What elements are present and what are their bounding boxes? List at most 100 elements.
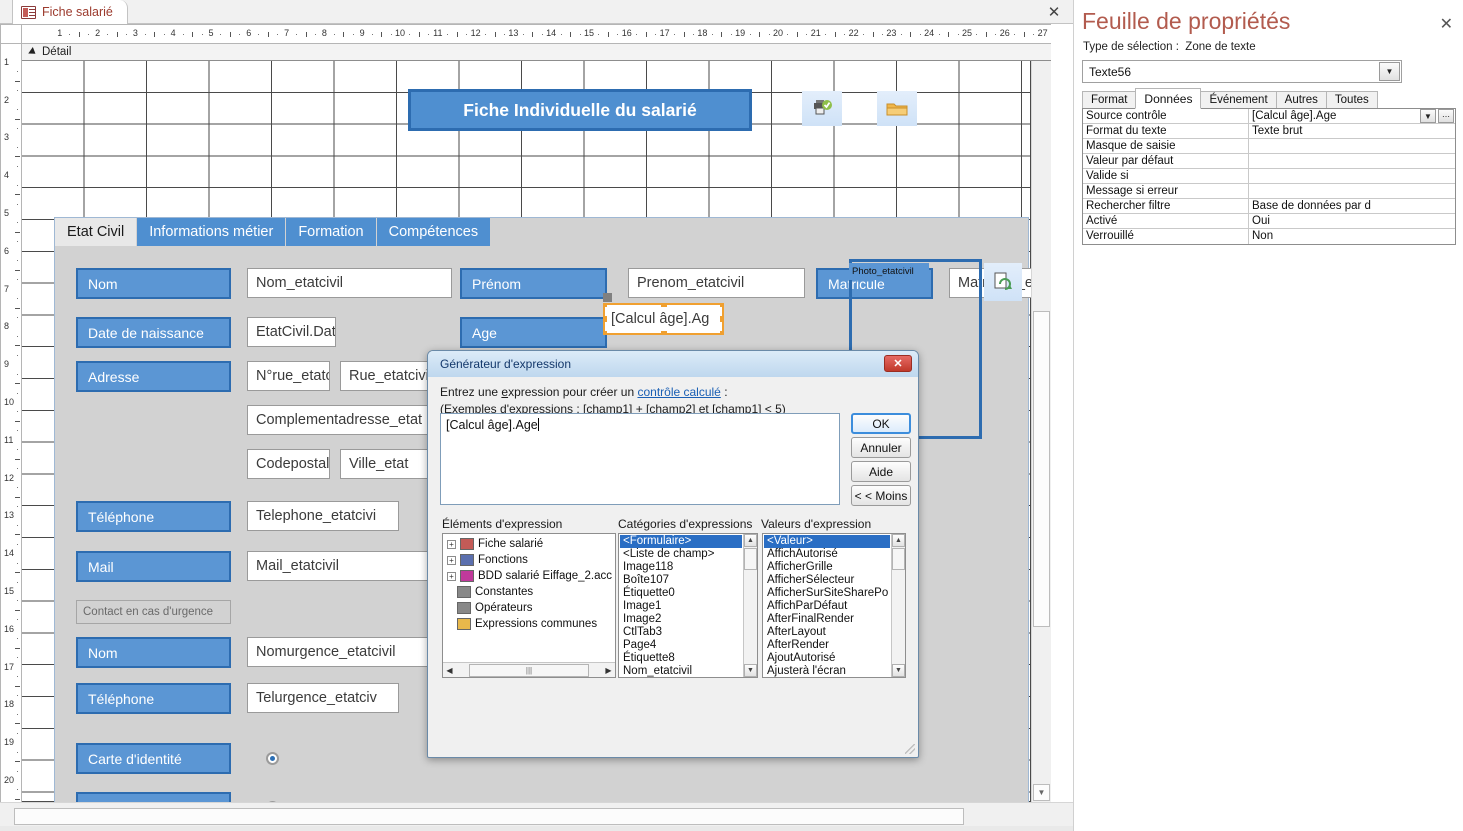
label-permis-b[interactable]: Permis B: [76, 792, 231, 802]
label-prenom[interactable]: Prénom: [460, 268, 607, 299]
scroll-down-icon[interactable]: ▼: [1033, 784, 1050, 801]
expression-category-item[interactable]: Boîte107: [620, 574, 742, 587]
scrollbar-thumb[interactable]: [892, 548, 905, 570]
expression-category-item[interactable]: <Formulaire>: [620, 535, 742, 548]
tab-competences[interactable]: Compétences: [376, 218, 492, 246]
scroll-up-icon[interactable]: ▲: [744, 534, 757, 547]
property-row[interactable]: Valide si: [1083, 169, 1455, 184]
expression-value-item[interactable]: AfterRender: [764, 639, 890, 652]
expression-value-item[interactable]: AfficherSurSiteSharePo: [764, 587, 890, 600]
scrollbar-thumb[interactable]: |||: [469, 663, 589, 677]
field-nrue[interactable]: N°rue_etatcivi: [247, 361, 330, 391]
expand-icon[interactable]: +: [447, 555, 456, 565]
expand-icon[interactable]: +: [447, 571, 456, 581]
expand-icon[interactable]: +: [447, 539, 456, 549]
expression-category-item[interactable]: Nom_etatcivil: [620, 665, 742, 677]
property-value[interactable]: Non: [1249, 229, 1455, 244]
expression-categories-list[interactable]: <Formulaire> <Liste de champ> Image118 Boît…: [618, 533, 758, 678]
property-tab-donnes[interactable]: Données: [1135, 88, 1202, 109]
expression-value-item[interactable]: AfterLayout: [764, 626, 890, 639]
help-button[interactable]: Aide: [851, 461, 911, 482]
scroll-right-icon[interactable]: ▶: [602, 664, 615, 677]
property-value[interactable]: [Calcul âge].Age ▼ ⋯: [1249, 109, 1455, 123]
expression-value-item[interactable]: AfficherSélecteur: [764, 574, 890, 587]
scroll-up-icon[interactable]: ▲: [892, 534, 905, 547]
property-value[interactable]: [1249, 139, 1455, 153]
label-adresse[interactable]: Adresse: [76, 361, 231, 392]
property-value[interactable]: [1249, 184, 1455, 198]
property-tab-vnement[interactable]: Événement: [1200, 91, 1277, 109]
property-sheet-pane[interactable]: Feuille de propriétés ✕ Type de sélectio…: [1073, 0, 1463, 831]
label-telephone[interactable]: Téléphone: [76, 501, 231, 532]
property-tab-toutes[interactable]: Toutes: [1325, 91, 1378, 109]
ok-button[interactable]: OK: [851, 413, 911, 434]
field-telephone[interactable]: Telephone_etatcivi: [247, 501, 399, 531]
label-age[interactable]: Age: [460, 317, 607, 348]
dialog-titlebar[interactable]: Générateur d'expression ✕: [428, 351, 918, 377]
expression-value-item[interactable]: AffichParDéfaut: [764, 600, 890, 613]
expression-category-item[interactable]: <Liste de champ>: [620, 548, 742, 561]
property-row[interactable]: Masque de saisie: [1083, 139, 1455, 154]
expression-category-item[interactable]: Image1: [620, 600, 742, 613]
field-telephone-urgence[interactable]: Telurgence_etatciv: [247, 683, 399, 713]
control-selector-combobox[interactable]: Texte56 ▼: [1082, 60, 1402, 83]
property-builder-icon[interactable]: ⋯: [1438, 109, 1454, 123]
close-document-icon[interactable]: ✕: [1045, 3, 1063, 21]
form-title-banner[interactable]: Fiche Individuelle du salarié: [408, 89, 752, 131]
scrollbar-thumb[interactable]: [1033, 311, 1050, 627]
open-folder-button[interactable]: [877, 91, 917, 126]
expression-element-item[interactable]: Constantes: [457, 586, 533, 598]
property-dropdown-icon[interactable]: ▼: [1420, 109, 1436, 123]
expression-element-item[interactable]: + Fiche salarié: [447, 538, 543, 550]
property-value[interactable]: Base de données par d: [1249, 199, 1455, 213]
property-grid[interactable]: Source contrôle [Calcul âge].Age ▼ ⋯ Format …: [1082, 108, 1456, 245]
scrollbar-thumb[interactable]: [744, 548, 757, 570]
property-row[interactable]: Source contrôle [Calcul âge].Age ▼ ⋯: [1083, 109, 1455, 124]
less-button[interactable]: < < Moins: [851, 485, 911, 506]
categories-scrollbar[interactable]: ▲ ▼: [743, 534, 757, 677]
scroll-down-icon[interactable]: ▼: [744, 664, 757, 677]
cancel-button[interactable]: Annuler: [851, 437, 911, 458]
property-row[interactable]: Verrouillé Non: [1083, 229, 1455, 244]
property-tab-autres[interactable]: Autres: [1275, 91, 1327, 109]
label-nom-urgence[interactable]: Nom: [76, 637, 231, 668]
expression-category-item[interactable]: Page4: [620, 639, 742, 652]
label-carte-identite[interactable]: Carte d'identité: [76, 743, 231, 774]
property-tab-format[interactable]: Format: [1082, 91, 1137, 109]
expression-builder-dialog[interactable]: Générateur d'expression ✕ Entrez une exp…: [427, 350, 919, 758]
expression-value-item[interactable]: Ajusterà l'écran: [764, 665, 890, 677]
label-date-naissance[interactable]: Date de naissance: [76, 317, 231, 348]
radio-carte-identite[interactable]: [266, 752, 279, 765]
tab-etat-civil[interactable]: Etat Civil: [55, 218, 138, 246]
field-codepostal[interactable]: Codepostal_et: [247, 449, 330, 479]
property-row[interactable]: Message si erreur: [1083, 184, 1455, 199]
property-value[interactable]: [1249, 169, 1455, 183]
label-telephone-urgence[interactable]: Téléphone: [76, 683, 231, 714]
expression-category-item[interactable]: Image118: [620, 561, 742, 574]
expression-value-item[interactable]: AfficherGrille: [764, 561, 890, 574]
property-sheet-close-icon[interactable]: ✕: [1440, 14, 1453, 34]
expression-value-item[interactable]: AffichAutorisé: [764, 548, 890, 561]
expression-category-item[interactable]: Image2: [620, 613, 742, 626]
property-row[interactable]: Activé Oui: [1083, 214, 1455, 229]
property-row[interactable]: Format du texte Texte brut: [1083, 124, 1455, 139]
field-nom[interactable]: Nom_etatcivil: [247, 268, 452, 298]
tab-informations-metier[interactable]: Informations métier: [137, 218, 287, 246]
expression-category-item[interactable]: Étiquette8: [620, 652, 742, 665]
selected-control-calcul-age[interactable]: [Calcul âge].Ag: [603, 303, 724, 335]
expression-element-item[interactable]: Expressions communes: [457, 618, 597, 630]
expression-values-list[interactable]: <Valeur> AffichAutorisé AfficherGrille Affi…: [762, 533, 906, 678]
field-prenom[interactable]: Prenom_etatcivil: [628, 268, 805, 298]
print-check-button[interactable]: [802, 91, 842, 126]
elements-horizontal-scrollbar[interactable]: ◀ ||| ▶: [443, 662, 615, 677]
property-row[interactable]: Valeur par défaut: [1083, 154, 1455, 169]
expression-value-item[interactable]: <Valeur>: [764, 535, 890, 548]
scrollbar-thumb[interactable]: [14, 808, 964, 825]
property-sheet-tabs[interactable]: Format Données Événement Autres Toutes: [1082, 88, 1378, 109]
expression-element-item[interactable]: Opérateurs: [457, 602, 533, 614]
label-photo-etatcivil[interactable]: Photo_etatcivil: [849, 263, 929, 280]
label-nom[interactable]: Nom: [76, 268, 231, 299]
property-value[interactable]: Texte brut: [1249, 124, 1455, 138]
scroll-left-icon[interactable]: ◀: [443, 664, 456, 677]
dialog-resize-grip[interactable]: [905, 744, 915, 754]
